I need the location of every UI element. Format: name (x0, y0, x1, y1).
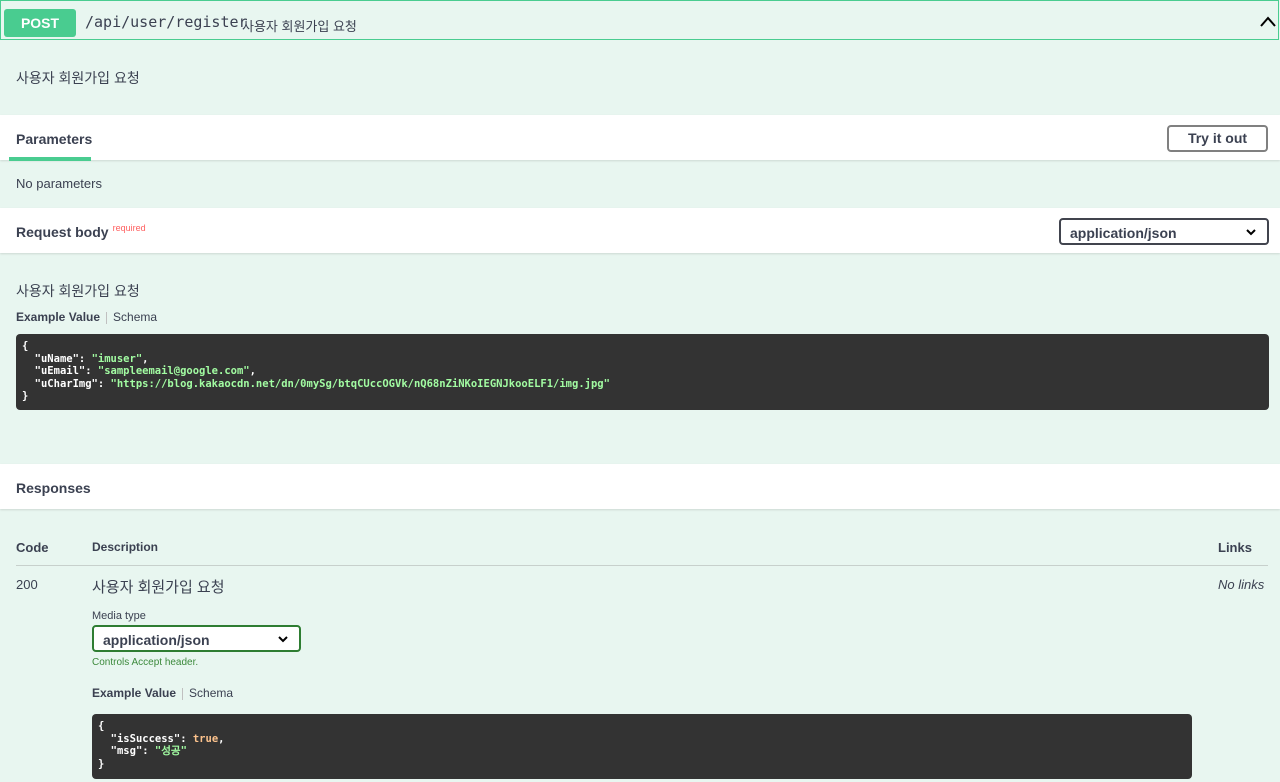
code-key: "msg" (110, 745, 143, 757)
request-example-tabs: Example Value Schema (16, 310, 157, 324)
code-punct: , (218, 732, 225, 745)
tab-divider (182, 687, 184, 700)
code-key: "uCharImg" (34, 377, 98, 390)
request-example-code: { "uName": "imuser", "uEmail": "sampleem… (16, 334, 1269, 410)
column-links: Links (1218, 540, 1252, 555)
required-badge: required (112, 223, 146, 233)
code-key: "uEmail" (34, 365, 86, 377)
tab-schema[interactable]: Schema (113, 310, 157, 324)
select-value: application/json (1070, 225, 1177, 241)
controls-accept-note: Controls Accept header. (92, 657, 199, 668)
code-value: "성공" (154, 745, 187, 757)
response-links: No links (1218, 577, 1265, 592)
code-brace: { (98, 720, 105, 732)
try-it-out-button[interactable]: Try it out (1167, 125, 1268, 152)
media-type-label: Media type (92, 610, 146, 622)
code-key: "isSuccess" (110, 732, 181, 745)
tab-example-value[interactable]: Example Value (92, 686, 176, 700)
response-media-type-select[interactable]: application/json (92, 625, 301, 652)
responses-title: Responses (16, 480, 91, 496)
response-example-tabs: Example Value Schema (92, 686, 233, 700)
request-body-bar: Request body required application/json (0, 208, 1280, 253)
request-content-type-select[interactable]: application/json (1059, 218, 1269, 245)
method-badge: POST (4, 9, 76, 37)
column-description: Description (92, 540, 159, 554)
code-value: "https://blog.kakaocdn.net/dn/0mySg/btqC… (110, 377, 610, 390)
code-brace: } (98, 757, 105, 770)
tab-parameters[interactable]: Parameters (16, 131, 92, 147)
response-code: 200 (16, 577, 38, 592)
responses-bar: Responses (0, 464, 1280, 509)
code-value: "imuser" (91, 352, 143, 365)
code-punct: , (142, 352, 149, 365)
code-brace: } (22, 390, 29, 402)
endpoint-summary: 사용자 회원가입 요청 (242, 19, 357, 34)
code-value: true (192, 732, 219, 745)
operation-header[interactable]: POST /api/user/register 사용자 회원가입 요청 (0, 0, 1279, 40)
tab-divider (106, 311, 108, 324)
response-description: 사용자 회원가입 요청 (92, 579, 225, 596)
parameters-bar: Parameters Try it out (0, 115, 1280, 161)
code-key: "uName" (34, 352, 79, 365)
operation-description: 사용자 회원가입 요청 (16, 70, 140, 86)
tab-schema[interactable]: Schema (189, 686, 233, 700)
code-brace: { (22, 340, 29, 352)
table-divider (16, 565, 1268, 566)
no-parameters-text: No parameters (16, 176, 102, 191)
request-body-description: 사용자 회원가입 요청 (16, 283, 140, 299)
chevron-up-icon[interactable] (1258, 13, 1278, 31)
chevron-down-icon (278, 636, 288, 643)
column-code: Code (16, 540, 49, 555)
request-body-label: Request body (16, 224, 109, 240)
select-value: application/json (103, 632, 210, 648)
response-example-code: { "isSuccess": true, "msg": "성공" } (92, 714, 1192, 779)
tab-example-value[interactable]: Example Value (16, 310, 100, 324)
tab-active-indicator (9, 157, 91, 161)
code-value: "sampleemail@google.com" (97, 365, 250, 377)
endpoint-path: /api/user/register (85, 13, 248, 31)
request-body-title: Request body required (16, 223, 146, 240)
code-punct: , (249, 365, 256, 377)
chevron-down-icon (1246, 229, 1256, 236)
